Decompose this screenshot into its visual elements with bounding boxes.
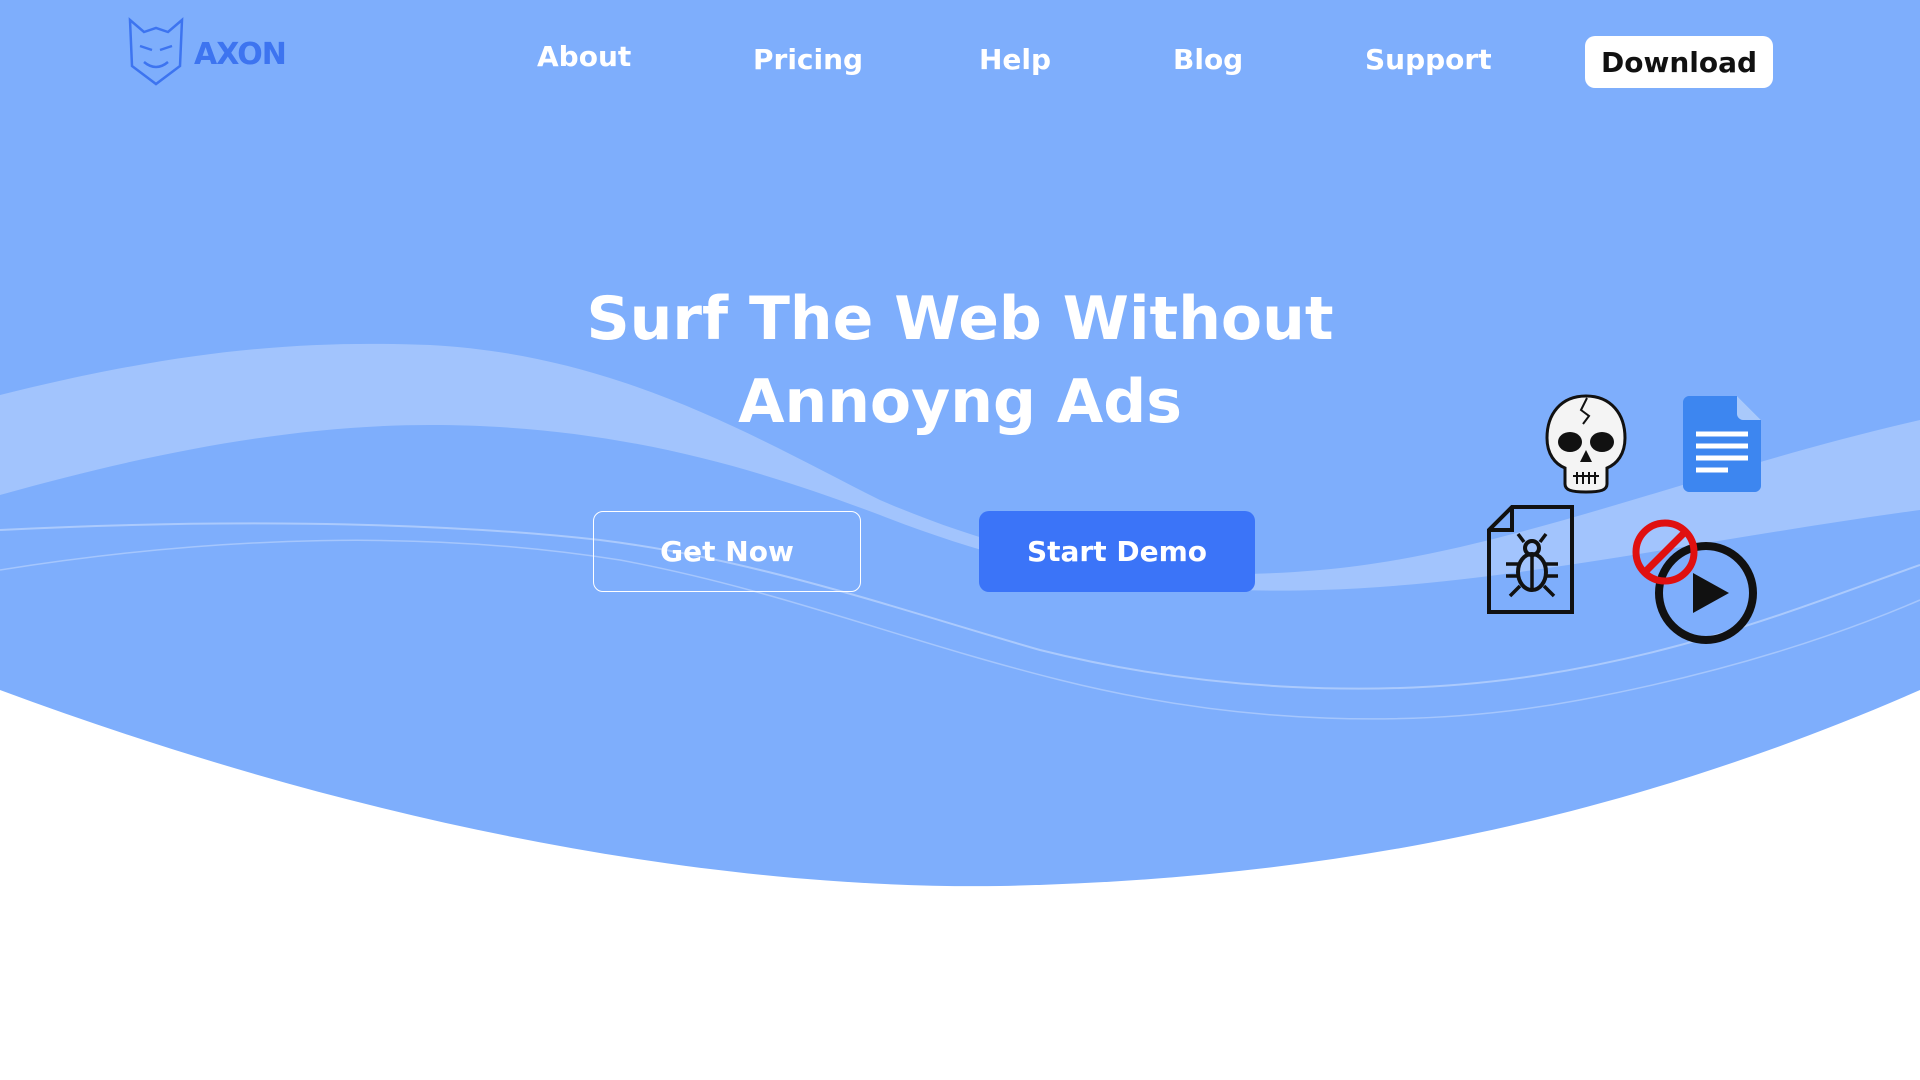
nav-about[interactable]: About: [537, 40, 631, 73]
nav-pricing[interactable]: Pricing: [753, 43, 863, 76]
blocked-video-icon: [1631, 518, 1761, 654]
brand-logo[interactable]: AXON: [126, 16, 287, 92]
document-icon: [1683, 396, 1761, 496]
nav-blog[interactable]: Blog: [1173, 43, 1243, 76]
hero-headline: Surf The Web Without Annoyng Ads: [560, 278, 1360, 444]
brand-name: AXON: [194, 36, 287, 72]
get-now-button[interactable]: Get Now: [593, 511, 861, 592]
nav-help[interactable]: Help: [979, 43, 1051, 76]
headline-line-1: Surf The Web Without: [586, 284, 1334, 354]
nav-support[interactable]: Support: [1365, 43, 1492, 76]
download-button[interactable]: Download: [1585, 36, 1773, 88]
start-demo-button[interactable]: Start Demo: [979, 511, 1255, 592]
headline-line-2: Annoyng Ads: [738, 367, 1182, 437]
skull-icon: [1543, 392, 1629, 500]
demon-mask-icon: [126, 16, 186, 92]
bug-file-icon: [1486, 504, 1578, 620]
